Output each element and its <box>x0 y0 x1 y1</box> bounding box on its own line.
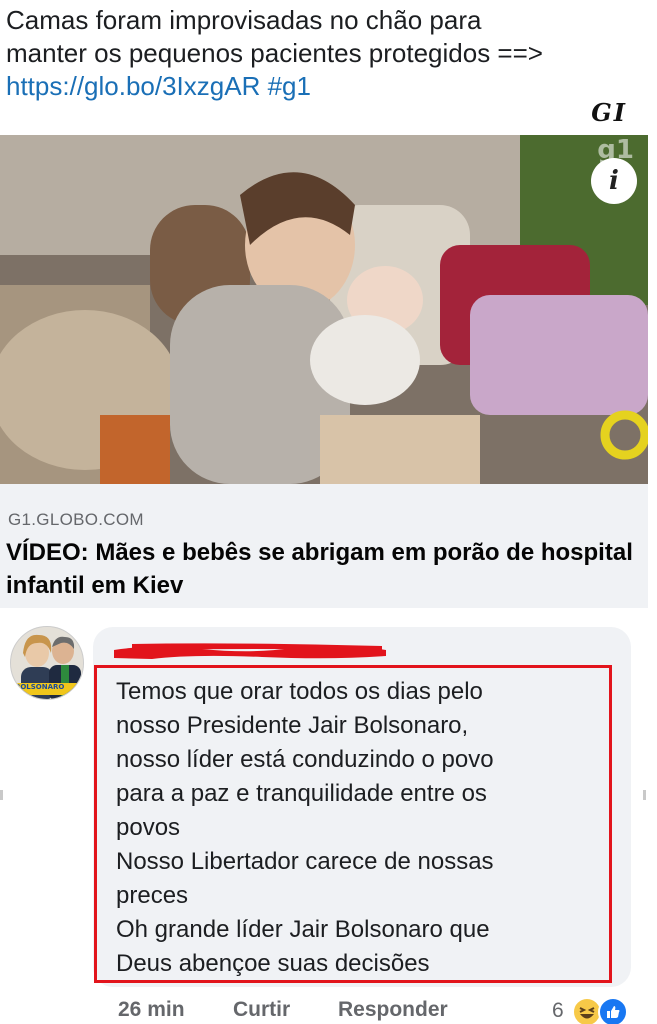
comment-text: Temos que orar todos os dias pelo nosso … <box>116 675 616 981</box>
post-text-line-1: Camas foram improvisadas no chão para <box>6 5 482 35</box>
like-button[interactable]: Curtir <box>233 998 290 1022</box>
reply-button[interactable]: Responder <box>338 998 448 1022</box>
comment-line: Oh grande líder Jair Bolsonaro que <box>116 916 490 943</box>
comment-line: Nosso Libertador carece de nossas <box>116 848 494 875</box>
comment-line: Deus abençoe suas decisões <box>116 950 430 977</box>
mother-feeding-baby-photo <box>0 135 648 484</box>
comment-line: nosso líder está conduzindo o povo <box>116 746 494 773</box>
right-edge-mark <box>643 790 646 800</box>
post-text-line-2: manter os pequenos pacientes protegidos … <box>6 38 543 68</box>
comment-line: para a paz e tranquilidade entre os <box>116 780 487 807</box>
link-card[interactable]: G1.GLOBO.COM VÍDEO: Mães e bebês se abri… <box>0 484 648 608</box>
link-domain: G1.GLOBO.COM <box>8 510 144 529</box>
reaction-count: 6 <box>552 999 564 1022</box>
link-preview-image[interactable]: g1 <box>0 135 648 484</box>
g1-logo: GI <box>591 98 627 127</box>
avatar-caption: BOLSONARO <box>15 683 65 691</box>
comment-line: preces <box>116 882 189 909</box>
comment-line: nosso Presidente Jair Bolsonaro, <box>116 712 469 739</box>
redacted-author-name <box>114 643 386 659</box>
info-icon[interactable]: i <box>591 158 637 204</box>
like-reaction-icon <box>598 997 628 1024</box>
comment-timestamp[interactable]: 26 min <box>118 998 185 1022</box>
link-title[interactable]: VÍDEO: Mães e bebês se abrigam em porão … <box>6 536 642 602</box>
avatar[interactable]: BOLSONARO <box>10 626 84 700</box>
left-edge-mark <box>0 790 3 800</box>
post-text: Camas foram improvisadas no chão para ma… <box>6 4 646 103</box>
post-link[interactable]: https://glo.bo/3IxzgAR #g1 <box>6 70 646 103</box>
comment-line: povos <box>116 814 181 841</box>
comment-line: Temos que orar todos os dias pelo <box>116 678 483 705</box>
